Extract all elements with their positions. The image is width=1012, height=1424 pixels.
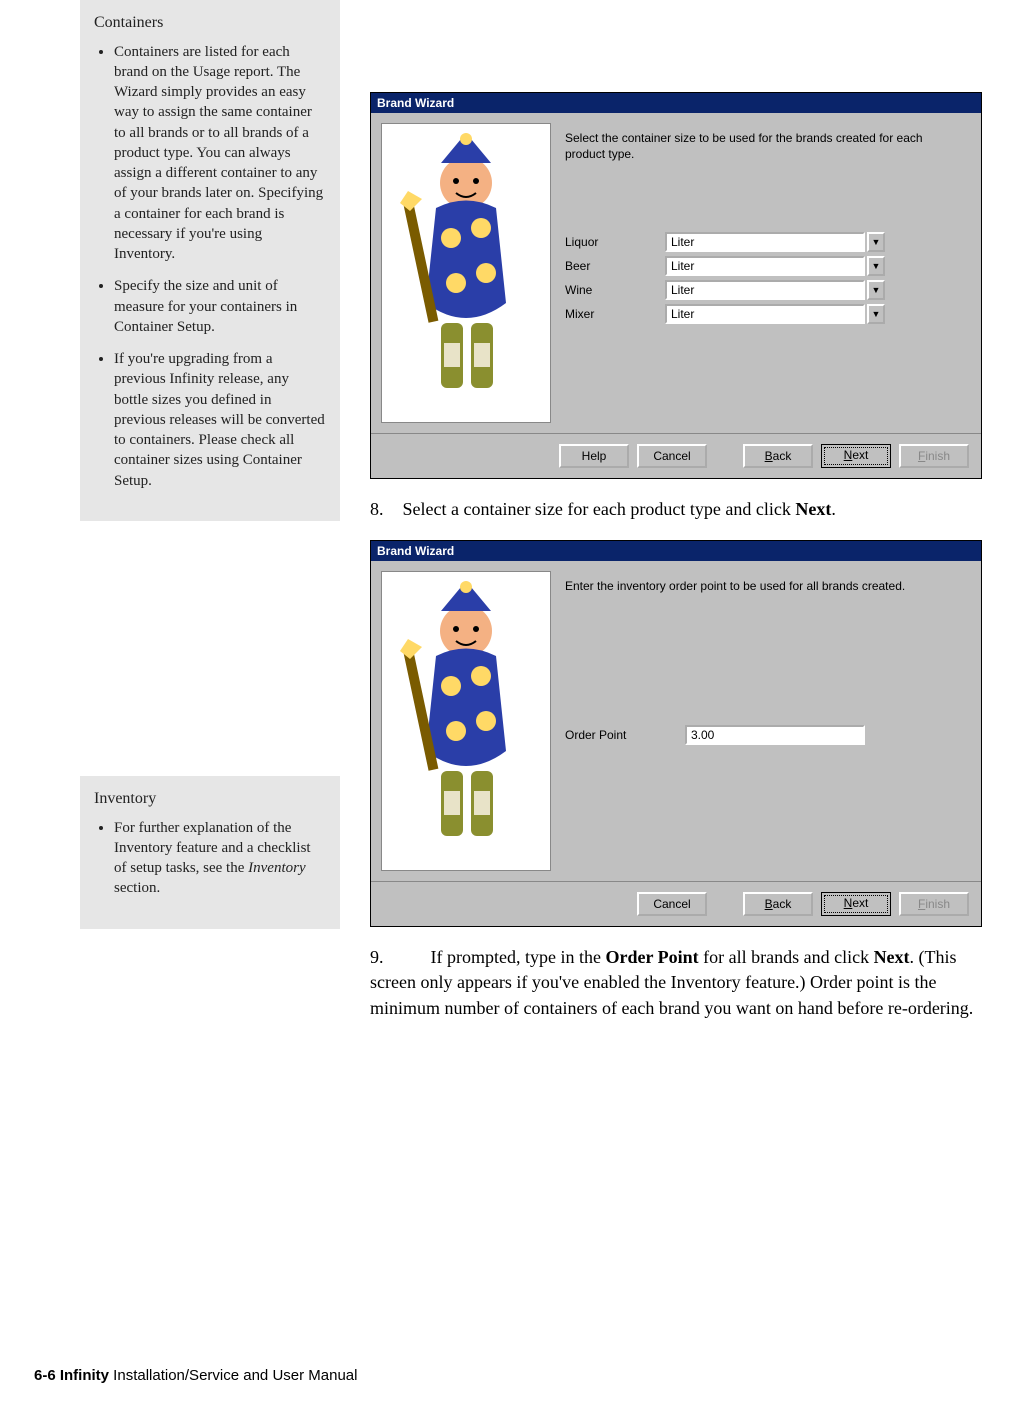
combo-input[interactable]: [665, 280, 865, 300]
combo-mixer[interactable]: ▼: [665, 304, 885, 324]
step-text: Select a container size for each product…: [403, 499, 836, 519]
orderpoint-input[interactable]: [685, 725, 865, 745]
text-bold: Order Point: [605, 947, 698, 967]
combo-liquor[interactable]: ▼: [665, 232, 885, 252]
combo-beer[interactable]: ▼: [665, 256, 885, 276]
sidebar-title: Containers: [94, 12, 326, 34]
sidebar-bullet: If you're upgrading from a previous Infi…: [114, 349, 326, 491]
wizard-icon: [386, 581, 546, 861]
help-button[interactable]: Help: [559, 444, 629, 468]
wizard-blurb: Enter the inventory order point to be us…: [565, 579, 965, 595]
sidebar-bullet: Specify the size and unit of measure for…: [114, 276, 326, 337]
finish-button: Finish: [899, 444, 969, 468]
step-9: 9. If prompted, type in the Order Point …: [370, 945, 982, 1021]
step-text: If prompted, type in the Order Point for…: [370, 947, 973, 1017]
wizard-blurb: Select the container size to be used for…: [565, 131, 965, 162]
cancel-button[interactable]: Cancel: [637, 892, 707, 916]
combo-wine[interactable]: ▼: [665, 280, 885, 300]
text: for all brands and click: [699, 947, 874, 967]
combo-input[interactable]: [665, 232, 865, 252]
back-button[interactable]: Back: [743, 444, 813, 468]
chevron-down-icon[interactable]: ▼: [867, 232, 885, 252]
next-button[interactable]: Next: [821, 444, 891, 468]
btn-label: ack: [773, 897, 792, 911]
combo-input[interactable]: [665, 304, 865, 324]
row-label-liquor: Liquor: [565, 235, 665, 249]
page-footer: 6-6 Infinity Installation/Service and Us…: [34, 1367, 357, 1384]
text: .: [831, 499, 836, 519]
btn-label: ack: [773, 449, 792, 463]
footer-bold: 6-6 Infinity: [34, 1367, 109, 1384]
cancel-button[interactable]: Cancel: [637, 444, 707, 468]
text: If prompted, type in the: [431, 947, 606, 967]
step-number: 8.: [370, 497, 398, 522]
brand-wizard-orderpoint: Brand Wizard: [370, 540, 982, 927]
brand-wizard-containers: Brand Wizard: [370, 92, 982, 479]
sidebar-title: Inventory: [94, 788, 326, 810]
btn-label: inish: [925, 449, 950, 463]
btn-label: ext: [852, 896, 868, 910]
row-label-beer: Beer: [565, 259, 665, 273]
combo-input[interactable]: [665, 256, 865, 276]
window-titlebar: Brand Wizard: [371, 541, 981, 561]
sidebar-inventory: Inventory For further explanation of the…: [80, 776, 340, 929]
finish-button: Finish: [899, 892, 969, 916]
chevron-down-icon[interactable]: ▼: [867, 280, 885, 300]
row-label-mixer: Mixer: [565, 307, 665, 321]
sidebar-bullet: Containers are listed for each brand on …: [114, 42, 326, 265]
text-bold: Next: [795, 499, 831, 519]
text: section.: [114, 880, 160, 896]
row-label-orderpoint: Order Point: [565, 728, 685, 742]
text: Select a container size for each product…: [403, 499, 796, 519]
footer-text: Installation/Service and User Manual: [109, 1367, 357, 1384]
text-italic: Inventory: [248, 860, 305, 876]
chevron-down-icon[interactable]: ▼: [867, 256, 885, 276]
next-button[interactable]: Next: [821, 892, 891, 916]
wizard-illustration: [381, 123, 551, 423]
btn-label: inish: [925, 897, 950, 911]
sidebar-bullet: For further explanation of the Inventory…: [114, 818, 326, 899]
row-label-wine: Wine: [565, 283, 665, 297]
back-button[interactable]: Back: [743, 892, 813, 916]
chevron-down-icon[interactable]: ▼: [867, 304, 885, 324]
wizard-icon: [386, 133, 546, 413]
step-8: 8. Select a container size for each prod…: [370, 497, 982, 522]
text-bold: Next: [874, 947, 910, 967]
wizard-illustration: [381, 571, 551, 871]
sidebar-containers: Containers Containers are listed for eac…: [80, 0, 340, 521]
window-titlebar: Brand Wizard: [371, 93, 981, 113]
btn-label: ext: [852, 448, 868, 462]
step-number: 9.: [370, 945, 398, 970]
